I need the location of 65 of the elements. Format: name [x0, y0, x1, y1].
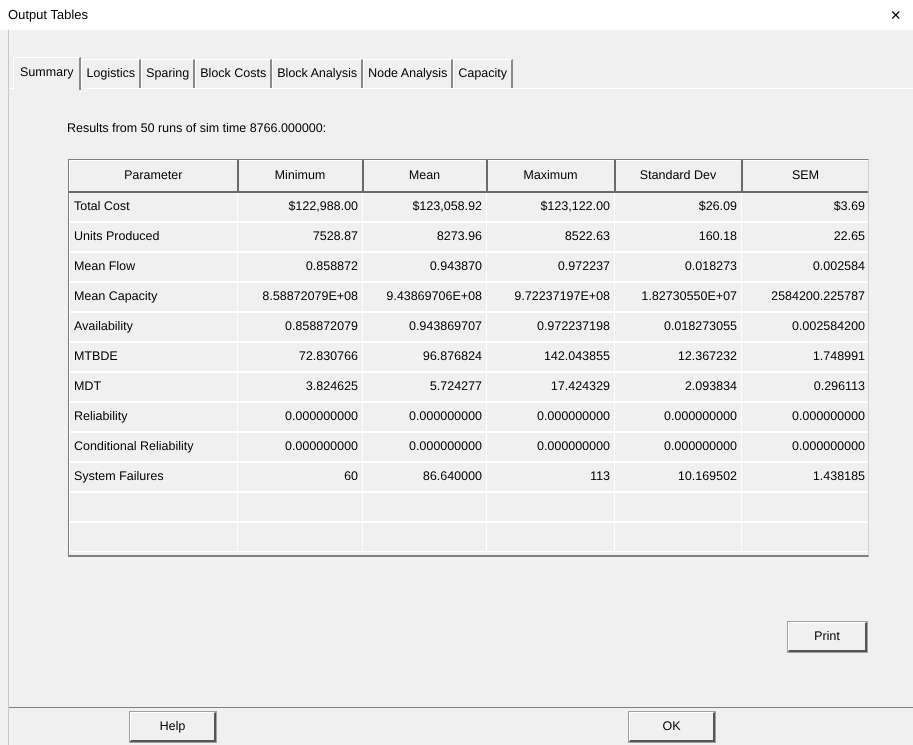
- row-label: Mean Capacity: [70, 282, 238, 312]
- table-cell: 96.876824: [362, 342, 486, 372]
- tab[interactable]: Node Analysis: [363, 59, 454, 88]
- table-cell: 0.018273055: [614, 312, 742, 342]
- tab[interactable]: Block Analysis: [272, 59, 364, 88]
- column-header: Mean: [362, 160, 486, 192]
- column-header: SEM: [742, 160, 868, 192]
- results-caption: Results from 50 runs of sim time 8766.000000:: [67, 121, 326, 135]
- tab[interactable]: Logistics: [81, 59, 142, 88]
- table-cell: 86.640000: [362, 462, 486, 492]
- print-button[interactable]: Print: [788, 622, 867, 652]
- table-cell: 72.830766: [238, 342, 362, 372]
- table-cell: 17.424329: [486, 372, 614, 402]
- table-cell: 12.367232: [614, 342, 742, 372]
- table-cell: 160.18: [614, 222, 742, 252]
- column-header: Maximum: [486, 160, 614, 192]
- row-label: Reliability: [70, 402, 238, 432]
- table-cell: 8273.96: [362, 222, 486, 252]
- table-cell: 0.000000000: [486, 402, 614, 432]
- row-label: Units Produced: [70, 222, 238, 252]
- close-button[interactable]: ×: [886, 6, 905, 24]
- row-label: System Failures: [70, 462, 238, 492]
- table-cell: 0.858872079: [238, 312, 362, 342]
- tab[interactable]: Summary: [13, 57, 82, 90]
- table-cell: 0.000000000: [362, 402, 486, 432]
- table-cell: 5.724277: [362, 372, 486, 402]
- table-cell: 3.824625: [238, 372, 362, 402]
- help-button[interactable]: Help: [130, 712, 216, 742]
- table-cell: 0.000000000: [362, 432, 486, 462]
- table-cell: 9.72237197E+08: [486, 282, 614, 312]
- row-label: Total Cost: [70, 192, 238, 222]
- column-header: Minimum: [238, 160, 362, 192]
- row-label: Mean Flow: [70, 252, 238, 282]
- row-label: Conditional Reliability: [70, 432, 238, 462]
- column-header: Parameter: [70, 160, 238, 192]
- table-cell: 0.000000000: [614, 402, 742, 432]
- table-cell: 0.018273: [614, 252, 742, 282]
- table-cell: 113: [486, 462, 614, 492]
- table-cell: 0.000000000: [614, 432, 742, 462]
- row-label: MTBDE: [70, 342, 238, 372]
- tab[interactable]: Capacity: [453, 59, 513, 88]
- table-cell: 10.169502: [614, 462, 742, 492]
- table-cell: 0.858872: [238, 252, 362, 282]
- table-cell: 0.972237198: [486, 312, 614, 342]
- table-cell: 0.972237: [486, 252, 614, 282]
- ok-button[interactable]: OK: [629, 712, 715, 742]
- table-cell: 0.000000000: [238, 432, 362, 462]
- tab[interactable]: Sparing: [141, 59, 196, 88]
- table-cell: 0.000000000: [486, 432, 614, 462]
- table-cell: 1.82730550E+07: [614, 282, 742, 312]
- table-cell: 0.000000000: [238, 402, 362, 432]
- row-label: Availability: [70, 312, 238, 342]
- table-cell: 8522.63: [486, 222, 614, 252]
- table-cell: 0.943870: [362, 252, 486, 282]
- tab[interactable]: Block Costs: [195, 59, 272, 88]
- table-cell: 0.943869707: [362, 312, 486, 342]
- row-label: MDT: [70, 372, 238, 402]
- table-cell: 142.043855: [486, 342, 614, 372]
- table-cell: 2.093834: [614, 372, 742, 402]
- window-title: Output Tables: [8, 6, 88, 24]
- table-cell: 8.58872079E+08: [238, 282, 362, 312]
- table-cell: 7528.87: [238, 222, 362, 252]
- table-cell: 60: [238, 462, 362, 492]
- table-cell: 9.43869706E+08: [362, 282, 486, 312]
- column-header: Standard Dev: [614, 160, 742, 192]
